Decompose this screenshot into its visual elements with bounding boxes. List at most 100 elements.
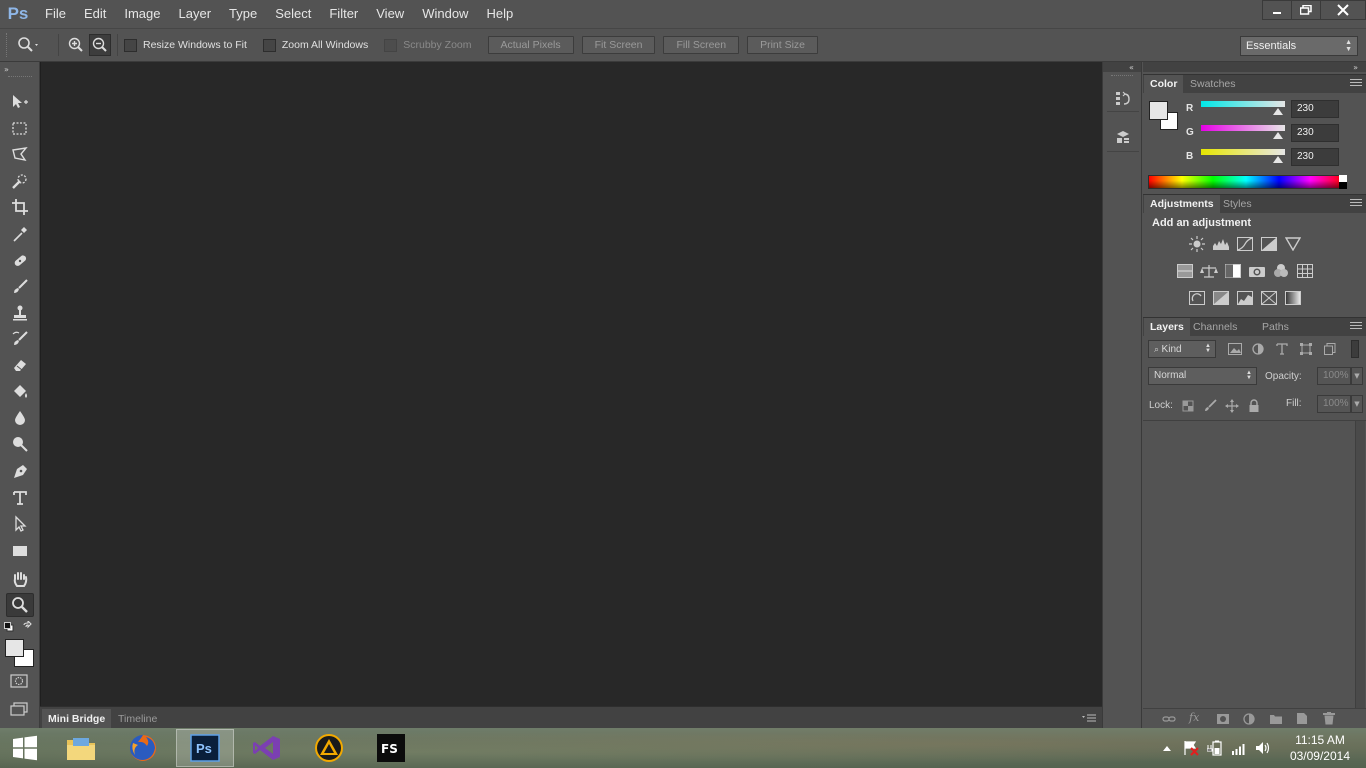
fill-screen-button[interactable]: Fill Screen: [663, 36, 740, 54]
blur-tool[interactable]: [6, 406, 34, 430]
filter-shape-layers-button[interactable]: [1300, 343, 1314, 355]
photo-filter-button[interactable]: [1248, 263, 1266, 279]
new-fill-adjustment-button[interactable]: [1243, 713, 1255, 728]
new-layer-button[interactable]: [1296, 712, 1308, 728]
opacity-input[interactable]: 100%: [1317, 367, 1351, 385]
move-tool[interactable]: [6, 90, 34, 114]
add-layer-mask-button[interactable]: [1216, 713, 1230, 728]
blue-slider-track[interactable]: [1201, 149, 1285, 155]
blend-mode-select[interactable]: Normal ▲ ▼: [1148, 367, 1257, 385]
zoom-tool[interactable]: [6, 593, 34, 617]
history-brush-tool[interactable]: [6, 327, 34, 351]
red-value-input[interactable]: 230: [1291, 100, 1339, 118]
filter-pixel-layers-button[interactable]: [1228, 343, 1242, 355]
collapse-dock-icon[interactable]: «: [1129, 63, 1134, 72]
fit-screen-button[interactable]: Fit Screen: [581, 36, 656, 54]
document-canvas-area[interactable]: [40, 62, 1102, 706]
zoom-all-checkbox[interactable]: [262, 38, 276, 52]
tab-paths[interactable]: Paths: [1256, 318, 1295, 337]
opacity-dropdown-icon[interactable]: ▼: [1351, 367, 1363, 385]
fill-input[interactable]: 100%: [1317, 395, 1351, 413]
options-bar-grip[interactable]: [6, 33, 16, 57]
collapse-tools-icon[interactable]: »: [4, 65, 9, 74]
color-balance-button[interactable]: [1200, 263, 1218, 279]
battery-icon[interactable]: [1206, 740, 1224, 756]
exposure-button[interactable]: [1260, 236, 1278, 252]
delete-layer-button[interactable]: [1323, 712, 1335, 728]
taskbar-visual-studio[interactable]: [238, 729, 296, 767]
layer-style-fx-icon[interactable]: fx: [1189, 711, 1199, 724]
clone-stamp-tool[interactable]: [6, 301, 34, 325]
red-slider-track[interactable]: [1201, 101, 1285, 107]
white-swatch-ramp[interactable]: [1339, 175, 1347, 182]
screen-mode-button[interactable]: [10, 702, 28, 716]
new-group-button[interactable]: [1269, 713, 1283, 728]
network-icon[interactable]: [1230, 740, 1248, 756]
invert-button[interactable]: [1188, 290, 1206, 306]
channel-mixer-button[interactable]: [1272, 263, 1290, 279]
lasso-tool[interactable]: [6, 143, 34, 167]
hue-saturation-button[interactable]: [1176, 263, 1194, 279]
type-tool[interactable]: [6, 486, 34, 510]
zoom-out-button[interactable]: [89, 34, 111, 56]
tab-layers[interactable]: Layers: [1144, 318, 1190, 337]
quick-mask-button[interactable]: [10, 674, 28, 688]
default-colors-button[interactable]: [4, 622, 14, 632]
tab-timeline[interactable]: Timeline: [112, 709, 163, 729]
green-slider-track[interactable]: [1201, 125, 1285, 131]
blue-value-input[interactable]: 230: [1291, 148, 1339, 166]
tab-swatches[interactable]: Swatches: [1184, 75, 1242, 94]
workspace-switcher[interactable]: Essentials ▲ ▼: [1240, 36, 1358, 56]
eyedropper-tool[interactable]: [6, 222, 34, 246]
dock-grip[interactable]: [1111, 75, 1133, 76]
restore-button[interactable]: [1291, 0, 1321, 20]
properties-panel-button[interactable]: [1107, 124, 1139, 152]
tab-adjustments[interactable]: Adjustments: [1144, 195, 1220, 214]
posterize-button[interactable]: [1212, 290, 1230, 306]
tab-styles[interactable]: Styles: [1217, 195, 1258, 214]
eraser-tool[interactable]: [6, 353, 34, 377]
rectangle-tool[interactable]: [6, 539, 34, 563]
collapse-panels-icon[interactable]: »: [1353, 63, 1358, 72]
volume-icon[interactable]: [1254, 740, 1272, 756]
menu-image[interactable]: Image: [115, 0, 169, 28]
quick-selection-tool[interactable]: [6, 169, 34, 193]
close-button[interactable]: [1320, 0, 1366, 20]
tool-preset-picker[interactable]: [16, 36, 52, 54]
start-button[interactable]: [0, 729, 50, 767]
menu-window[interactable]: Window: [413, 0, 477, 28]
blue-slider-thumb[interactable]: [1273, 156, 1283, 163]
red-slider-thumb[interactable]: [1273, 108, 1283, 115]
actual-pixels-button[interactable]: Actual Pixels: [487, 36, 574, 54]
link-layers-button[interactable]: [1162, 713, 1176, 728]
hand-tool[interactable]: [6, 567, 34, 591]
taskbar-fs-app[interactable]: FS: [362, 729, 420, 767]
color-lookup-button[interactable]: [1296, 263, 1314, 279]
filter-adjustment-layers-button[interactable]: [1252, 343, 1266, 355]
threshold-button[interactable]: [1236, 290, 1254, 306]
layers-scrollbar[interactable]: [1355, 421, 1365, 709]
gradient-map-button[interactable]: [1284, 290, 1302, 306]
curves-button[interactable]: [1236, 236, 1254, 252]
paint-bucket-tool[interactable]: [6, 380, 34, 404]
layer-filter-kind-select[interactable]: ⌕ Kind ▲ ▼: [1148, 340, 1216, 358]
layers-panel-menu-button[interactable]: [1350, 322, 1362, 332]
lock-image-pixels-button[interactable]: [1203, 399, 1217, 413]
color-panel-menu-button[interactable]: [1350, 79, 1362, 89]
minimize-button[interactable]: [1262, 0, 1292, 20]
pen-tool[interactable]: [6, 460, 34, 484]
menu-help[interactable]: Help: [477, 0, 522, 28]
marquee-tool[interactable]: [6, 117, 34, 141]
crop-tool[interactable]: [6, 195, 34, 219]
menu-filter[interactable]: Filter: [320, 0, 367, 28]
lock-all-button[interactable]: [1248, 399, 1260, 413]
black-white-button[interactable]: [1224, 263, 1242, 279]
vibrance-button[interactable]: [1284, 236, 1302, 252]
taskbar-firefox[interactable]: [114, 729, 172, 767]
menu-select[interactable]: Select: [266, 0, 320, 28]
adjustments-panel-menu-button[interactable]: [1350, 199, 1362, 209]
taskbar-clock[interactable]: 11:15 AM 03/09/2014: [1290, 732, 1350, 764]
zoom-in-button[interactable]: [65, 34, 87, 56]
filter-smart-objects-button[interactable]: [1324, 343, 1338, 355]
history-panel-button[interactable]: [1107, 84, 1139, 112]
